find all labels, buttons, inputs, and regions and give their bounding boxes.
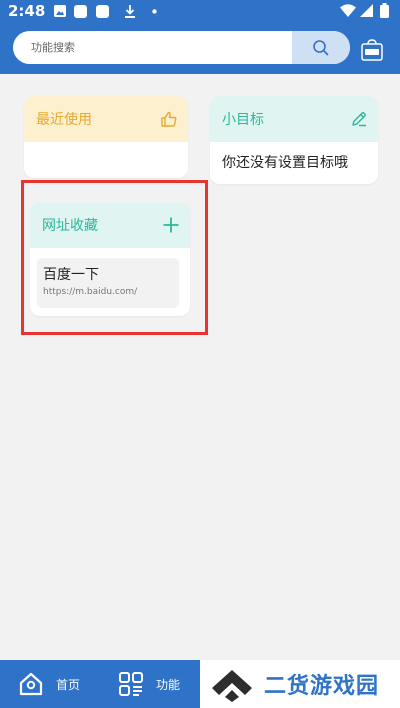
app-icon	[74, 5, 87, 18]
battery-icon	[380, 3, 389, 18]
nav-label-home: 首页	[56, 677, 81, 692]
plus-icon[interactable]	[162, 216, 180, 234]
grid-icon	[119, 672, 143, 696]
bottom-nav: 首页 功能 二货游戏园	[0, 660, 400, 708]
dot-icon	[152, 9, 157, 14]
search-button[interactable]	[292, 31, 350, 64]
recent-card[interactable]: 最近使用	[24, 96, 188, 178]
nav-item-home[interactable]: 首页	[18, 660, 80, 708]
search-input[interactable]	[13, 31, 293, 64]
favorite-site-url: https://m.baidu.com/	[43, 287, 138, 297]
watermark: 二货游戏园	[200, 660, 400, 708]
watermark-logo-icon	[212, 670, 252, 702]
wifi-icon	[340, 4, 356, 17]
app-header: 2:48	[0, 0, 400, 74]
search-box	[13, 31, 350, 64]
thumb-up-icon	[161, 111, 177, 127]
new-badge-icon[interactable]	[360, 38, 384, 62]
favorites-card-header: 网址收藏	[30, 202, 190, 248]
recent-card-header: 最近使用	[24, 96, 188, 142]
goal-card[interactable]: 小目标 你还没有设置目标哦	[210, 96, 378, 184]
watermark-text: 二货游戏园	[264, 674, 380, 699]
status-bar: 2:48	[0, 0, 400, 24]
favorite-site-item[interactable]: 百度一下 https://m.baidu.com/	[37, 258, 179, 308]
nav-item-functions[interactable]: 功能	[118, 660, 180, 708]
goal-card-title: 小目标	[222, 112, 264, 128]
favorites-card-title: 网址收藏	[42, 218, 98, 234]
edit-icon[interactable]	[350, 110, 368, 128]
favorites-card: 网址收藏 百度一下 https://m.baidu.com/	[30, 202, 190, 316]
nav-label-functions: 功能	[156, 677, 181, 692]
download-icon	[125, 5, 135, 18]
favorite-site-name: 百度一下	[43, 267, 99, 283]
status-time: 2:48	[8, 2, 46, 20]
home-icon	[19, 672, 43, 696]
signal-icon	[360, 4, 373, 17]
goal-card-header: 小目标	[210, 96, 378, 142]
app-icon	[96, 5, 109, 18]
recent-card-title: 最近使用	[36, 112, 92, 128]
goal-empty-text: 你还没有设置目标哦	[222, 155, 348, 171]
image-icon	[54, 5, 66, 17]
search-icon	[313, 39, 329, 56]
